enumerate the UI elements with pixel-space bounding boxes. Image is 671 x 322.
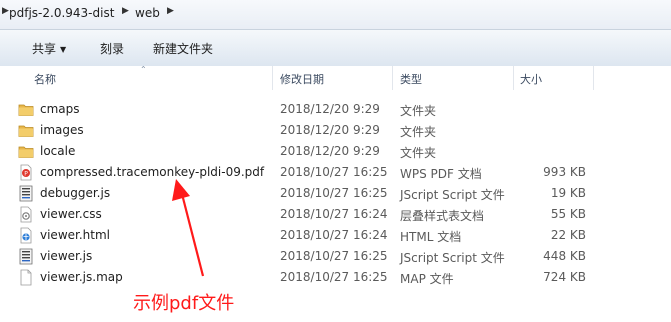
annotation-arrowhead (172, 179, 190, 201)
annotation-text: 示例pdf文件 (133, 293, 235, 314)
annotation-arrow-line (180, 193, 205, 277)
annotation-arrow (172, 179, 205, 277)
